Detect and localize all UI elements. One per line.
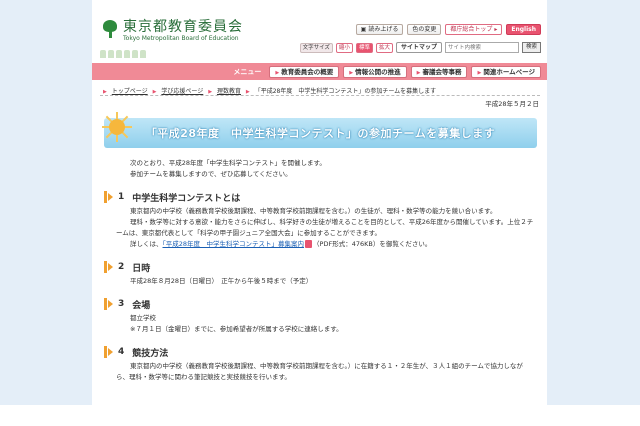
nav-menu-label: メニュー <box>233 67 262 76</box>
publish-date: 平成28年５月２日 <box>485 100 539 108</box>
pdf-icon <box>305 240 313 248</box>
breadcrumb: ▶ トップページ ▶ 学び応援ページ ▶ 理数教育 ▶ 「平成28年度 中学生科… <box>100 86 436 95</box>
section-number: 3 <box>118 299 125 309</box>
section-number: 4 <box>118 347 125 357</box>
color-change-button[interactable]: 色の変更 <box>407 24 442 35</box>
screenshot-frame: 東京都教育委員会 Tokyo Metropolitan Board of Edu… <box>0 0 640 426</box>
right-margin <box>547 0 640 405</box>
nav-item-related-links[interactable]: 関連ホームページ <box>471 65 541 78</box>
web-page: 東京都教育委員会 Tokyo Metropolitan Board of Edu… <box>92 0 547 405</box>
section-title: 日時 <box>132 263 151 274</box>
section-1: 1 中学生科学コンテストとは 東京都内の中学校（義務教育学校後期課程、中等教育学… <box>104 190 534 250</box>
breadcrumb-top[interactable]: トップページ <box>112 88 148 95</box>
header-decoration <box>100 50 160 60</box>
left-margin <box>0 0 92 405</box>
ginkgo-logo-icon <box>100 20 120 38</box>
section-marker-icon <box>104 298 114 310</box>
section-title: 中学生科学コンテストとは <box>132 193 241 204</box>
text-size-small-button[interactable]: 縮小 <box>335 42 353 53</box>
section-detail: 詳しくは、「平成28年度 中学生科学コンテスト」募集案内 （PDF形式：476KB… <box>116 239 534 250</box>
section-body: 東京都内の中学校（義務教育学校後期課程、中等教育学校前期課程を含む。）に在籍する… <box>104 361 534 383</box>
nav-item-overview[interactable]: 教育委員会の概要 <box>269 65 340 78</box>
section-line: 理科・数学等に対する意欲・能力をさらに伸ばし、科学好きの生徒が増えることを目的と… <box>116 218 534 237</box>
nav-item-disclosure[interactable]: 情報公開の推進 <box>343 65 407 78</box>
logo-japanese-text: 東京都教育委員会 <box>123 19 243 35</box>
section-body: 平成28年８月28日（日曜日） 正午から午後５時まで（予定） <box>104 276 534 287</box>
intro-line: 参加チームを募集しますので、ぜひ応募してください。 <box>130 170 292 178</box>
nav-item-council[interactable]: 審議会等事務 <box>410 65 468 78</box>
top-portal-button[interactable]: 都庁総合トップ ▸ <box>445 24 503 35</box>
text-size-standard-button[interactable]: 標準 <box>355 42 373 53</box>
section-number: 1 <box>118 192 125 202</box>
section-title: 会場 <box>132 300 151 311</box>
bottom-whitespace <box>0 405 640 426</box>
section-line: 東京都内の中学校（義務教育学校後期課程、中等教育学校前期課程を含む。）に在籍する… <box>116 362 523 381</box>
header-tools-bottom: 文字サイズ 縮小 標準 拡大 サイトマップ 検索 <box>299 42 541 53</box>
section-line: ※７月１日（金曜日）までに、参加希望者が所属する学校に連絡します。 <box>130 325 343 333</box>
search-button[interactable]: 検索 <box>521 42 541 53</box>
breadcrumb-learning[interactable]: 学び応援ページ <box>161 88 203 95</box>
top-portal-label: 都庁総合トップ <box>450 26 493 33</box>
section-body: 東京都内の中学校（義務教育学校後期課程、中等教育学校前期課程を含む。）の生徒が、… <box>104 206 534 250</box>
breadcrumb-science[interactable]: 理数教育 <box>217 88 241 95</box>
section-number: 2 <box>118 262 125 272</box>
section-line: 平成28年８月28日（日曜日） 正午から午後５時まで（予定） <box>130 277 313 285</box>
sitemap-button[interactable]: サイトマップ <box>395 42 442 53</box>
section-line: 都立学校 <box>130 314 156 322</box>
section-marker-icon <box>104 191 114 203</box>
section-marker-icon <box>104 261 114 273</box>
intro-text: 次のとおり、平成28年度「中学生科学コンテスト」を開催します。 参加チームを募集… <box>104 158 534 180</box>
speaker-icon: ▣ <box>360 26 367 33</box>
section-3: 3 会場 都立学校 ※７月１日（金曜日）までに、参加希望者が所属する学校に連絡し… <box>104 297 534 335</box>
main-nav: メニュー 教育委員会の概要 情報公開の推進 審議会等事務 関連ホームページ <box>92 63 547 80</box>
section-body: 都立学校 ※７月１日（金曜日）までに、参加希望者が所属する学校に連絡します。 <box>104 313 534 335</box>
external-link-icon: ▸ <box>494 26 498 33</box>
english-button[interactable]: English <box>506 24 541 35</box>
detail-suffix: （PDF形式：476KB）を御覧ください。 <box>313 240 432 248</box>
main-content: 次のとおり、平成28年度「中学生科学コンテスト」を開催します。 参加チームを募集… <box>104 158 534 383</box>
text-size-label: 文字サイズ <box>299 42 333 53</box>
title-banner: 「平成28年度 中学生科学コンテスト」の参加チームを募集します <box>102 112 537 148</box>
site-search-input[interactable] <box>444 42 519 53</box>
section-line: 東京都内の中学校（義務教育学校後期課程、中等教育学校前期課程を含む。）の生徒が、… <box>130 207 497 215</box>
section-marker-icon <box>104 346 114 358</box>
detail-prefix: 詳しくは、 <box>130 240 163 248</box>
site-header: 東京都教育委員会 Tokyo Metropolitan Board of Edu… <box>92 0 547 62</box>
text-size-large-button[interactable]: 拡大 <box>375 42 393 53</box>
breadcrumb-divider <box>100 95 540 96</box>
intro-line: 次のとおり、平成28年度「中学生科学コンテスト」を開催します。 <box>130 159 326 167</box>
section-title: 競技方法 <box>132 348 169 359</box>
read-aloud-button[interactable]: ▣ 読み上げる <box>355 24 404 35</box>
page-title: 「平成28年度 中学生科学コンテスト」の参加チームを募集します <box>145 127 496 140</box>
header-tools-top: ▣ 読み上げる 色の変更 都庁総合トップ ▸ English <box>355 24 541 35</box>
logo-english-text: Tokyo Metropolitan Board of Education <box>123 35 239 42</box>
section-4: 4 競技方法 東京都内の中学校（義務教育学校後期課程、中等教育学校前期課程を含む… <box>104 345 534 383</box>
breadcrumb-current: 「平成28年度 中学生科学コンテスト」の参加チームを募集します <box>254 88 437 95</box>
guide-pdf-link[interactable]: 「平成28年度 中学生科学コンテスト」募集案内 <box>163 240 305 248</box>
section-2: 2 日時 平成28年８月28日（日曜日） 正午から午後５時まで（予定） <box>104 260 534 287</box>
read-aloud-label: 読み上げる <box>368 26 399 33</box>
site-logo[interactable]: 東京都教育委員会 Tokyo Metropolitan Board of Edu… <box>100 20 243 43</box>
